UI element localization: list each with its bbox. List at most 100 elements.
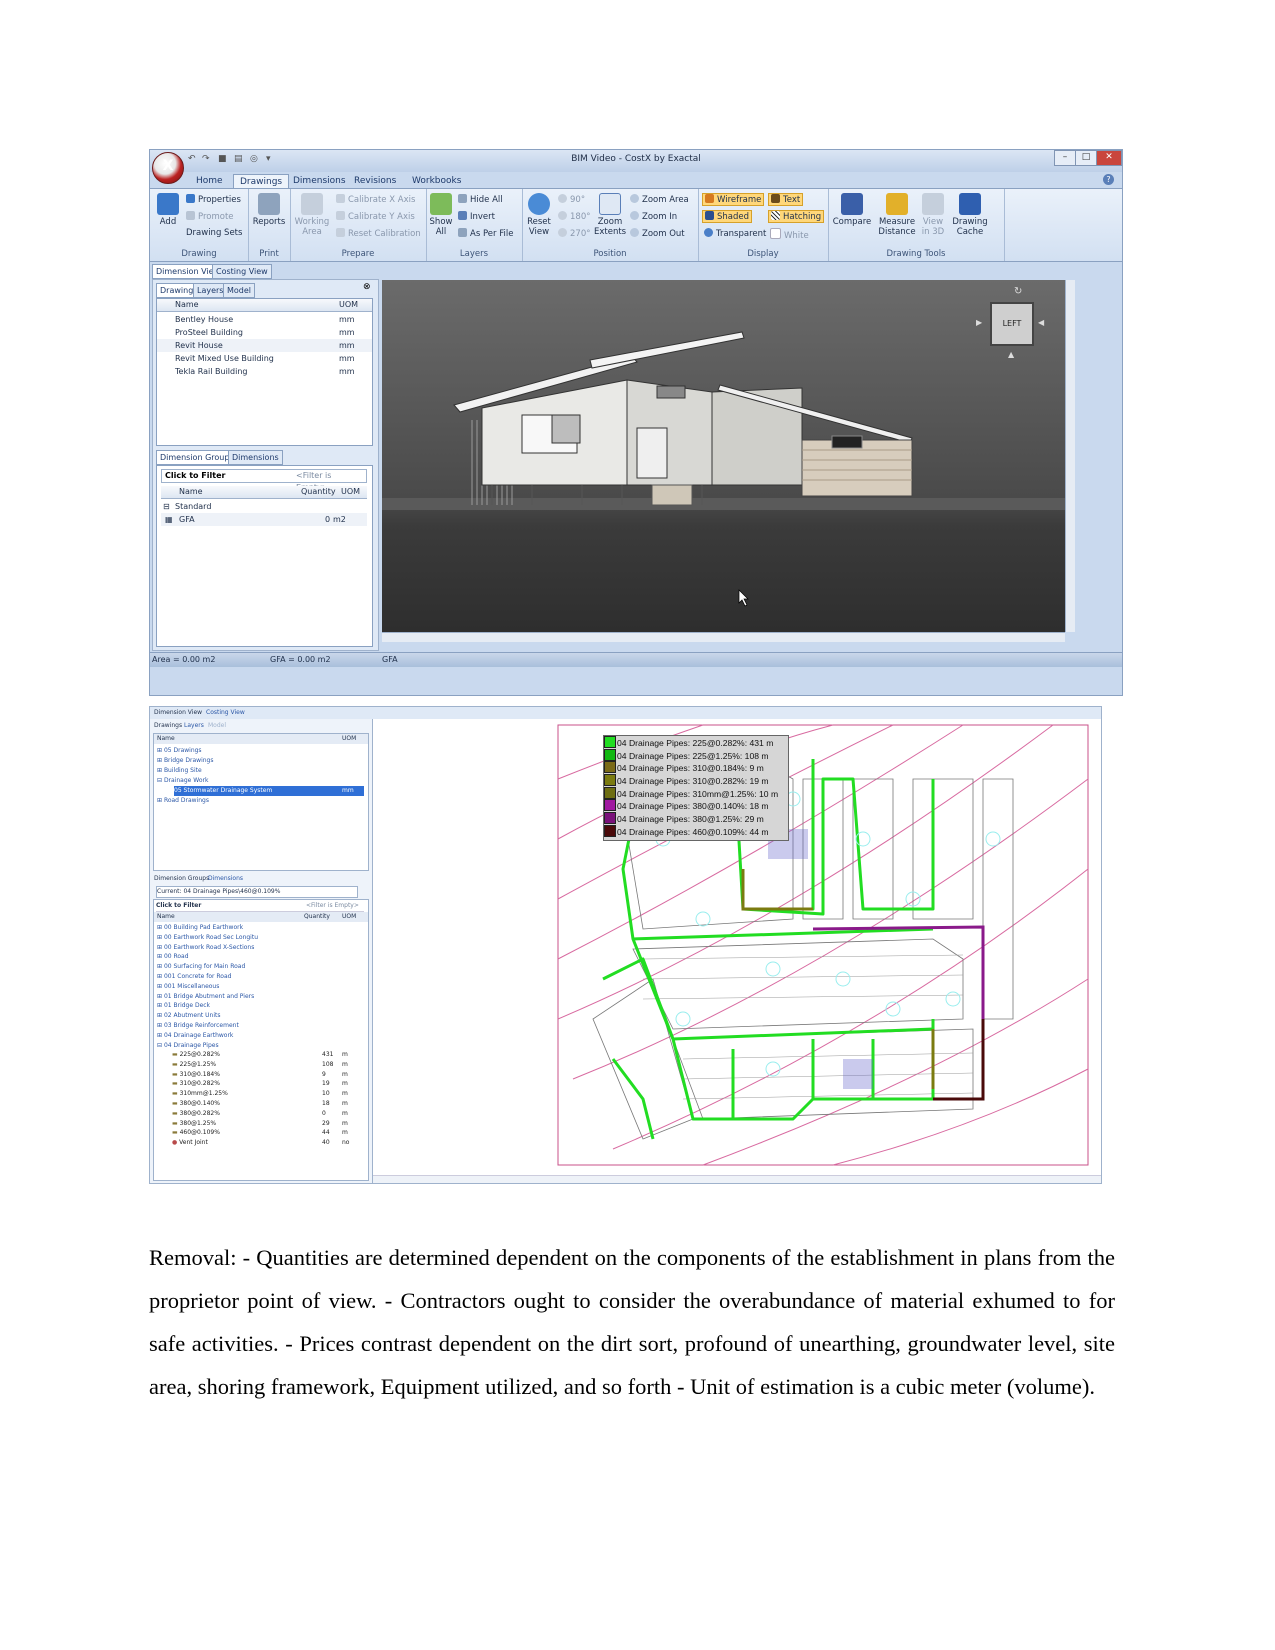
wireframe-toggle[interactable]: Wireframe — [702, 193, 765, 206]
group-row[interactable]: ⊞ 01 Bridge Deck — [157, 1001, 365, 1011]
arrow-right-icon[interactable]: ◀ — [1038, 318, 1044, 327]
tree-node[interactable]: ⊞ Road Drawings — [157, 796, 209, 806]
group-row[interactable]: ⊞ 00 Road — [157, 952, 365, 962]
arrow-down-icon[interactable]: ▲ — [1008, 350, 1014, 359]
group-row[interactable]: ⊞ 00 Earthwork Road X-Sections — [157, 943, 365, 953]
properties-button[interactable]: Properties — [186, 194, 241, 205]
col-uom[interactable]: UOM — [342, 912, 356, 922]
reset-calibration-button[interactable]: Reset Calibration — [336, 228, 421, 239]
hide-all-button[interactable]: Hide All — [458, 194, 503, 205]
pipe-row[interactable]: ▬ 310mm@1.25% 10 m — [172, 1089, 362, 1099]
text-toggle[interactable]: Text — [768, 193, 804, 206]
promote-button[interactable]: Promote — [186, 211, 234, 222]
tree-node[interactable]: ⊞ Bridge Drawings — [157, 756, 213, 766]
group-row[interactable]: ⊞ 01 Bridge Abutment and Piers — [157, 992, 365, 1002]
drawing-cache-button[interactable]: Drawing Cache — [950, 193, 990, 237]
group-row[interactable]: ⊞ 04 Drainage Earthwork — [157, 1031, 365, 1041]
pipe-row[interactable]: ● Vent Joint 40 no — [172, 1138, 362, 1148]
tree-node[interactable]: ⊞ 05 Drawings — [157, 746, 202, 756]
group-row[interactable]: ⊞ 00 Surfacing for Main Road — [157, 962, 365, 972]
dimension-row[interactable]: ▦ GFA 0 m2 — [161, 513, 367, 526]
drawing-row[interactable]: ProSteel Building mm — [157, 326, 372, 339]
col-uom[interactable]: UOM — [339, 299, 358, 311]
show-all-button[interactable]: Show All — [428, 193, 454, 237]
maximize-button[interactable]: □ — [1075, 150, 1097, 166]
group-row[interactable]: ⊞ 02 Abutment Units — [157, 1011, 365, 1021]
tab-revisions[interactable]: Revisions — [348, 174, 402, 189]
tab-dimension-groups[interactable]: Dimension Groups — [156, 450, 238, 465]
save-icon[interactable]: ■ — [218, 154, 227, 164]
print-icon[interactable]: ▤ — [234, 154, 243, 164]
zoom-out-button[interactable]: Zoom Out — [630, 228, 685, 239]
group-row[interactable]: ⊞ 00 Earthwork Road Sec Longitu — [157, 933, 365, 943]
horizontal-scrollbar[interactable] — [373, 1175, 1101, 1183]
qat-dropdown-icon[interactable]: ▾ — [266, 154, 271, 164]
collapse-icon[interactable]: ⊟ — [163, 500, 170, 513]
group-row[interactable]: ⊞ 00 Building Pad Earthwork — [157, 923, 365, 933]
col-quantity[interactable]: Quantity — [301, 486, 336, 498]
tab-drawings[interactable]: Drawings — [154, 721, 182, 731]
rotate-arrow-icon[interactable]: ↻ — [1014, 286, 1022, 297]
as-per-file-button[interactable]: As Per File — [458, 228, 513, 239]
measure-distance-button[interactable]: Measure Distance — [876, 193, 918, 237]
pipe-row[interactable]: ▬ 460@0.109% 44 m — [172, 1128, 362, 1138]
working-area-button[interactable]: Working Area — [292, 193, 332, 237]
filter-bar[interactable]: Click to Filter <Filter is Empty> — [156, 901, 364, 912]
transparent-toggle[interactable]: Transparent — [704, 228, 766, 239]
group-row-standard[interactable]: ⊟ Standard — [161, 500, 367, 513]
tab-model[interactable]: Model — [208, 721, 226, 731]
drawing-sets-button[interactable]: Drawing Sets — [186, 228, 242, 238]
drawing-row[interactable]: Revit Mixed Use Building mm — [157, 352, 372, 365]
tab-dimension-groups[interactable]: Dimension Groups — [154, 874, 209, 884]
group-row[interactable]: ⊞ 03 Bridge Reinforcement — [157, 1021, 365, 1031]
help-icon[interactable]: ◎ — [250, 154, 258, 164]
group-row[interactable]: ⊞ 001 Concrete for Road — [157, 972, 365, 982]
shaded-toggle[interactable]: Shaded — [702, 210, 753, 223]
view-in-3d-button[interactable]: View in 3D — [920, 193, 946, 237]
current-group-select[interactable]: Current: 04 Drainage Pipes\460@0.109% — [156, 886, 358, 898]
tab-workbooks[interactable]: Workbooks — [406, 174, 467, 189]
tab-dimensions[interactable]: Dimensions — [287, 174, 352, 189]
tree-node-selected[interactable]: 05 Stormwater Drainage System mm — [174, 786, 364, 796]
col-name[interactable]: Name — [179, 486, 203, 498]
col-name[interactable]: Name — [175, 299, 199, 311]
tab-costing-view[interactable]: Costing View — [206, 708, 245, 718]
2d-plan-viewport[interactable]: 04 Drainage Pipes: 225@0.282%: 431 m 04 … — [373, 719, 1101, 1175]
pipe-row[interactable]: ▬ 225@1.25% 108 m — [172, 1060, 362, 1070]
viewcube-button[interactable]: LEFT — [990, 302, 1034, 346]
help-icon[interactable]: ? — [1103, 174, 1114, 185]
group-row[interactable]: ⊞ 001 Miscellaneous — [157, 982, 365, 992]
tab-costing-view[interactable]: Costing View — [212, 264, 272, 279]
drawing-row[interactable]: Tekla Rail Building mm — [157, 365, 372, 378]
hatching-toggle[interactable]: Hatching — [768, 210, 825, 223]
calibrate-y-button[interactable]: Calibrate Y Axis — [336, 211, 415, 222]
tab-layers[interactable]: Layers — [184, 721, 204, 731]
calibrate-x-button[interactable]: Calibrate X Axis — [336, 194, 415, 205]
group-row[interactable]: ⊟ 04 Drainage Pipes — [157, 1041, 365, 1051]
col-name[interactable]: Name — [157, 734, 175, 744]
pipe-row[interactable]: ▬ 310@0.184% 9 m — [172, 1070, 362, 1080]
pipe-row[interactable]: ▬ 380@1.25% 29 m — [172, 1119, 362, 1129]
pipe-row[interactable]: ▬ 225@0.282% 431 m — [172, 1050, 362, 1060]
reset-view-button[interactable]: Reset View — [524, 193, 554, 237]
pipe-row[interactable]: ▬ 380@0.140% 18 m — [172, 1099, 362, 1109]
col-uom[interactable]: UOM — [342, 734, 356, 744]
tree-node[interactable]: ⊟ Drainage Work — [157, 776, 208, 786]
white-toggle[interactable]: White — [770, 228, 809, 241]
tab-home[interactable]: Home — [190, 174, 229, 189]
pipe-row[interactable]: ▬ 380@0.282% 0 m — [172, 1109, 362, 1119]
col-quantity[interactable]: Quantity — [304, 912, 330, 922]
3d-viewport[interactable]: LEFT ↻ ▶ ◀ ▲ — [382, 280, 1065, 632]
redo-icon[interactable]: ↷ — [202, 154, 210, 164]
rotate-180-button[interactable]: 180° — [558, 211, 590, 222]
tab-model[interactable]: Model — [223, 283, 256, 298]
horizontal-scrollbar[interactable] — [382, 632, 1065, 642]
reports-button[interactable]: Reports — [250, 193, 288, 227]
pipe-row[interactable]: ▬ 310@0.282% 19 m — [172, 1079, 362, 1089]
compare-button[interactable]: Compare — [832, 193, 872, 227]
rotate-270-button[interactable]: 270° — [558, 228, 590, 239]
drawing-row[interactable]: Bentley House mm — [157, 313, 372, 326]
tab-dimension-view[interactable]: Dimension View — [154, 708, 202, 718]
vertical-scrollbar[interactable] — [1065, 280, 1075, 632]
close-button[interactable]: ✕ — [1096, 150, 1122, 166]
